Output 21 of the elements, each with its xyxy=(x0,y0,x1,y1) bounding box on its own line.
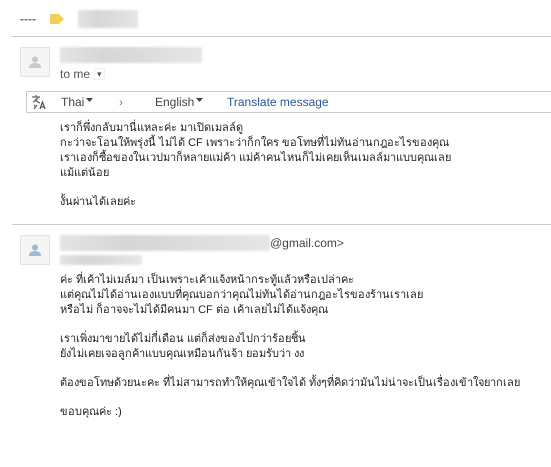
message-paragraph: เราก็พึ่งกลับมานี่แหละค่ะ มาเปิดเมลล์ดู กะว่าจะโอนให้พรุ่งนี้ ไม่ได้ CF เพราะว่าก็กใคร ขอโทษที่ไม่ทันอ่านกฎอะไรของคุณ เราเองก็ซื้อของในเวปมาก็หลายแม่ค้า แม่ค้าคนไหนก็ไม่เคยเห็นเมลล์มาแบบคุณเลย แม้แต่น้อย xyxy=(60,121,551,181)
caret-icon xyxy=(196,98,204,102)
recipient-dropdown[interactable]: ▾ xyxy=(94,68,106,80)
thread-label: ---- xyxy=(20,12,36,26)
recipient-label: to me xyxy=(60,67,90,81)
message-paragraph: งั้นผ่านได้เลยค่ะ xyxy=(60,195,551,210)
avatar-icon xyxy=(20,235,50,265)
redacted-block xyxy=(78,10,138,28)
sender-email: @gmail.com> xyxy=(270,236,344,250)
message-paragraph: ค่ะ ที่เค้าไม่เมล์มา เป็นเพราะเค้าแจ้งหน้ากระทู้แล้วหรือเปล่าคะ แต่คุณไม่ได้อ่านเองแบบที่คุณบอกว่าคุณไม่ทันได้อ่านกฎอะไรของร้านเราเลย หรือไม่ ก็อาจจะไม่ได้มีคนมา CF ต่อ เค้าเลยไม่ได้แจ้งคุณ xyxy=(60,273,551,318)
message-paragraph: ต้องขอโทษด้วยนะคะ ที่ไม่สามารถทำให้คุณเข้าใจได้ ทั้งๆที่คิดว่ามันไม่น่าจะเป็นเรื่องเข้าใจยากเลย xyxy=(60,376,551,391)
message-paragraph: เราเพิ่งมาขายได้ไม่กี่เดือน แต่ก็ส่งของไปกว่าร้อยชิ้น ยังไม่เคยเจอลูกค้าแบบคุณเหมือนกันจ้า ยอมรับว่า งง xyxy=(60,332,551,362)
target-language-dropdown[interactable]: English xyxy=(155,95,227,109)
translate-icon xyxy=(31,94,47,110)
translate-message-link[interactable]: Translate message xyxy=(227,95,329,109)
source-language-dropdown[interactable]: Thai xyxy=(61,95,119,109)
arrow-label: › xyxy=(119,95,124,109)
avatar-icon xyxy=(20,47,50,77)
caret-icon xyxy=(86,98,94,102)
message-paragraph: ขอบคุณค่ะ :) xyxy=(60,405,123,420)
tag-icon xyxy=(50,14,64,24)
